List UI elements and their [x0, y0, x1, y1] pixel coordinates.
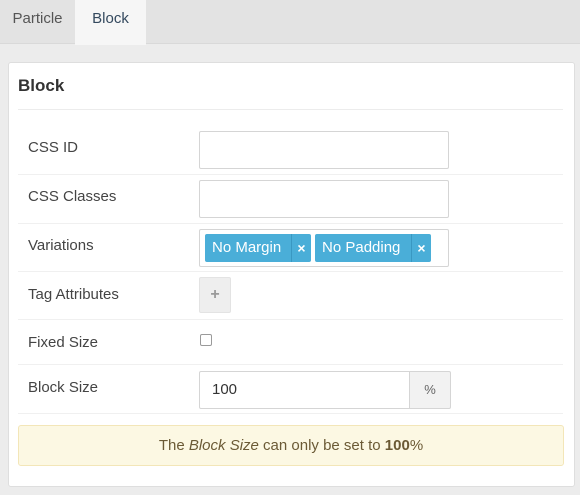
panel-title: Block — [18, 76, 65, 95]
tab-bar: Particle Block — [0, 0, 580, 45]
notice-emphasis: Block Size — [188, 437, 259, 454]
variation-tag-label: No Margin — [212, 239, 282, 256]
notice-strong: 100 — [384, 437, 410, 454]
divider — [18, 319, 563, 320]
remove-tag-icon[interactable]: × — [291, 234, 311, 262]
divider — [18, 413, 563, 414]
css-id-label: CSS ID — [28, 139, 79, 156]
divider — [18, 271, 563, 272]
variations-label: Variations — [28, 237, 94, 254]
remove-tag-icon[interactable]: × — [411, 234, 431, 262]
block-size-input[interactable]: 100 — [199, 371, 410, 409]
css-classes-label: CSS Classes — [28, 188, 117, 205]
block-size-unit: % — [409, 371, 451, 409]
css-classes-input[interactable] — [199, 180, 449, 218]
css-id-input[interactable] — [199, 131, 449, 169]
add-attribute-button[interactable]: + — [199, 277, 231, 313]
divider — [18, 223, 563, 224]
block-size-label: Block Size — [28, 379, 99, 396]
variations-tag-input[interactable]: No Margin × No Padding × — [199, 229, 449, 267]
notice-text: can only be set to — [258, 437, 385, 454]
variation-tag-label: No Padding — [322, 239, 401, 256]
divider — [18, 109, 563, 110]
tab-block[interactable]: Block — [75, 0, 146, 45]
notice-text: % — [409, 437, 424, 454]
tab-particle[interactable]: Particle — [0, 0, 75, 45]
variation-tag: No Padding × — [315, 234, 431, 262]
divider — [18, 174, 563, 175]
divider — [18, 364, 563, 365]
tag-attributes-label: Tag Attributes — [28, 286, 119, 303]
variation-tag: No Margin × — [205, 234, 311, 262]
block-size-notice: The Block Size can only be set to 100% — [18, 425, 564, 466]
notice-text: The — [158, 437, 189, 454]
fixed-size-label: Fixed Size — [28, 334, 99, 351]
block-settings-panel: Block CSS ID CSS Classes Variations No M… — [8, 62, 575, 487]
fixed-size-checkbox[interactable] — [200, 334, 212, 346]
